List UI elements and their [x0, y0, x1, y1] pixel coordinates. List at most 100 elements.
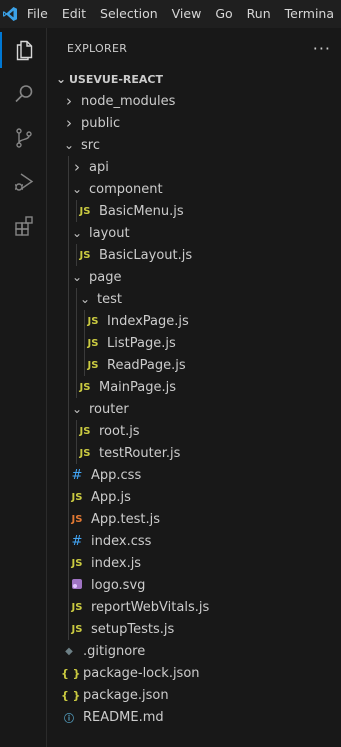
- tree-item-label: App.css: [91, 467, 142, 483]
- tree-file[interactable]: JS BasicLayout.js: [47, 244, 341, 266]
- tree-file[interactable]: { } package.json: [47, 684, 341, 706]
- indent-guide: [76, 420, 77, 442]
- javascript-file-icon: JS: [87, 315, 99, 327]
- tree-file[interactable]: # index.css: [47, 530, 341, 552]
- chevron-down-icon: ⌄: [79, 292, 91, 306]
- menu-item-termina[interactable]: Termina: [278, 0, 341, 28]
- source-control-activity-button[interactable]: [0, 116, 47, 160]
- tree-file[interactable]: JS setupTests.js: [47, 618, 341, 640]
- tree-file[interactable]: JS App.js: [47, 486, 341, 508]
- tree-item-label: public: [81, 115, 121, 131]
- tree-folder[interactable]: › api: [47, 156, 341, 178]
- tree-item-label: node_modules: [81, 93, 176, 109]
- files-icon: [16, 40, 32, 61]
- indent-guide: [76, 200, 77, 222]
- indent-guide: [68, 618, 69, 640]
- vscode-logo-icon: [0, 0, 20, 28]
- explorer-activity-button[interactable]: [0, 28, 47, 72]
- tree-item-label: logo.svg: [91, 577, 146, 593]
- indent-guide: [68, 354, 69, 376]
- indent-guide: [76, 288, 77, 310]
- javascript-file-icon: JS: [79, 205, 91, 217]
- tree-item-label: src: [81, 137, 100, 153]
- tree-folder[interactable]: ⌄ src: [47, 134, 341, 156]
- tree-item-label: MainPage.js: [99, 379, 177, 395]
- indent-guide: [68, 376, 69, 398]
- chevron-down-icon: ⌄: [71, 182, 83, 196]
- indent-guide: [76, 332, 77, 354]
- javascript-file-icon: JS: [71, 623, 83, 635]
- indent-guide: [84, 332, 85, 354]
- tree-file[interactable]: JS root.js: [47, 420, 341, 442]
- menu-item-selection[interactable]: Selection: [93, 0, 165, 28]
- indent-guide: [68, 244, 69, 266]
- javascript-file-icon: JS: [71, 557, 83, 569]
- javascript-file-icon: JS: [79, 381, 91, 393]
- tree-file[interactable]: JS ReadPage.js: [47, 354, 341, 376]
- tree-file[interactable]: JS reportWebVitals.js: [47, 596, 341, 618]
- tree-folder[interactable]: ⌄ layout: [47, 222, 341, 244]
- json-file-icon: { }: [61, 688, 81, 702]
- tree-folder[interactable]: ⌄ component: [47, 178, 341, 200]
- file-tree: › node_modules › public ⌄ src › api ⌄ component JS…: [47, 90, 341, 728]
- javascript-file-icon: JS: [79, 249, 91, 261]
- chevron-down-icon: ⌄: [63, 138, 75, 152]
- menu-item-run[interactable]: Run: [240, 0, 278, 28]
- tree-item-label: page: [89, 269, 122, 285]
- css-file-icon: #: [71, 467, 83, 483]
- indent-guide: [68, 552, 69, 574]
- tree-item-label: package-lock.json: [83, 665, 200, 681]
- tree-item-label: testRouter.js: [99, 445, 181, 461]
- tree-item-label: IndexPage.js: [107, 313, 189, 329]
- tree-item-label: App.test.js: [91, 511, 161, 527]
- run-debug-activity-button[interactable]: [0, 160, 47, 204]
- indent-guide: [68, 200, 69, 222]
- extensions-activity-button[interactable]: [0, 204, 47, 248]
- tree-file[interactable]: # App.css: [47, 464, 341, 486]
- indent-guide: [68, 288, 69, 310]
- tree-file[interactable]: JS BasicMenu.js: [47, 200, 341, 222]
- tree-file[interactable]: JS MainPage.js: [47, 376, 341, 398]
- menu-item-view[interactable]: View: [165, 0, 209, 28]
- indent-guide: [76, 442, 77, 464]
- tree-item-label: setupTests.js: [91, 621, 175, 637]
- indent-guide: [68, 156, 69, 178]
- tree-item-label: ReadPage.js: [107, 357, 186, 373]
- tree-item-label: index.css: [91, 533, 152, 549]
- tree-folder[interactable]: ⌄ router: [47, 398, 341, 420]
- chevron-down-icon: ⌄: [71, 402, 83, 416]
- tree-folder[interactable]: ⌄ test: [47, 288, 341, 310]
- menu-item-edit[interactable]: Edit: [55, 0, 93, 28]
- source-control-icon: [15, 128, 32, 148]
- tree-folder[interactable]: › public: [47, 112, 341, 134]
- tree-file[interactable]: JS testRouter.js: [47, 442, 341, 464]
- indent-guide: [76, 376, 77, 398]
- tree-file[interactable]: logo.svg: [47, 574, 341, 596]
- indent-guide: [68, 442, 69, 464]
- explorer-header: EXPLORER ···: [47, 28, 341, 68]
- javascript-file-icon: JS: [87, 359, 99, 371]
- indent-guide: [68, 596, 69, 618]
- explorer-panel: EXPLORER ··· ⌄ USEVUE-REACT › node_module…: [47, 28, 341, 747]
- tree-file[interactable]: JS ListPage.js: [47, 332, 341, 354]
- search-activity-button[interactable]: [0, 72, 47, 116]
- menu-item-file[interactable]: File: [20, 0, 55, 28]
- tree-file[interactable]: ⓘ README.md: [47, 706, 341, 728]
- tree-file[interactable]: ◆ .gitignore: [47, 640, 341, 662]
- indent-guide: [68, 464, 69, 486]
- more-actions-icon[interactable]: ···: [313, 39, 331, 58]
- chevron-down-icon: ⌄: [71, 270, 83, 284]
- tree-item-label: index.js: [91, 555, 142, 571]
- tree-folder[interactable]: › node_modules: [47, 90, 341, 112]
- tree-file[interactable]: JS index.js: [47, 552, 341, 574]
- tree-folder[interactable]: ⌄ page: [47, 266, 341, 288]
- workspace-section-header[interactable]: ⌄ USEVUE-REACT: [47, 68, 341, 90]
- tree-item-label: layout: [89, 225, 130, 241]
- indent-guide: [68, 574, 69, 596]
- menu-item-go[interactable]: Go: [208, 0, 239, 28]
- tree-file[interactable]: { } package-lock.json: [47, 662, 341, 684]
- tree-file[interactable]: JS App.test.js: [47, 508, 341, 530]
- indent-guide: [68, 420, 69, 442]
- tree-file[interactable]: JS IndexPage.js: [47, 310, 341, 332]
- tree-item-label: router: [89, 401, 129, 417]
